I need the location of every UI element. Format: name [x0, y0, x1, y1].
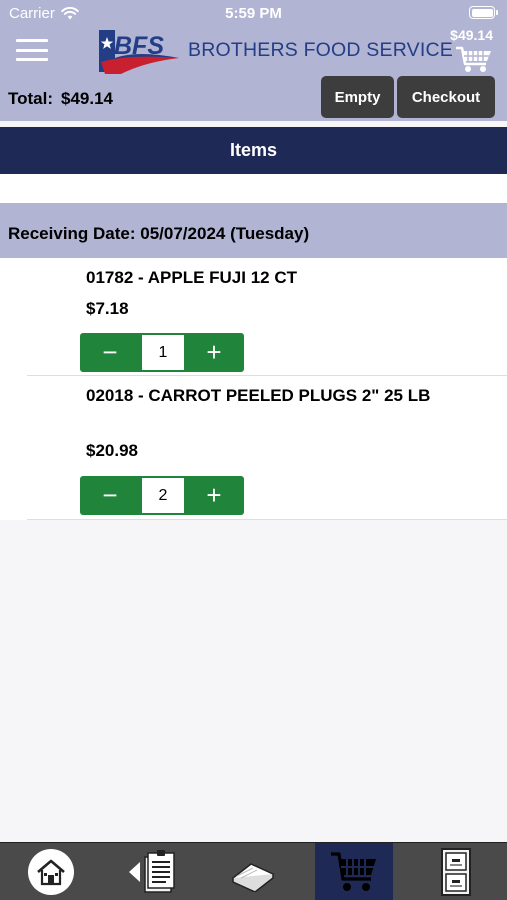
hamburger-menu-icon[interactable] [16, 39, 48, 61]
bfs-logo: BFS [99, 30, 179, 74]
total-value: $49.14 [61, 89, 114, 108]
order-list-icon [128, 850, 175, 893]
tab-order-list[interactable] [101, 843, 202, 900]
order-total: Total: $49.14 [8, 89, 113, 109]
status-time: 5:59 PM [225, 5, 282, 22]
bottom-tab-bar [0, 842, 507, 900]
tab-cart[interactable] [315, 843, 393, 900]
header-cart-total: $49.14 [450, 27, 493, 43]
item-title: 02018 - CARROT PEELED PLUGS 2" 25 LB [86, 386, 431, 405]
receiving-date-header: Receiving Date: 05/07/2024 (Tuesday) [0, 203, 507, 258]
decrease-quantity-button[interactable]: − [80, 333, 140, 372]
tab-file-cabinet[interactable] [405, 843, 507, 900]
item-price: $20.98 [86, 441, 138, 460]
cart-item: 01782 - APPLE FUJI 12 CT $7.18 − 1 + [0, 258, 507, 376]
increase-quantity-button[interactable]: + [184, 476, 244, 515]
decrease-quantity-button[interactable]: − [80, 476, 140, 515]
quantity-stepper: − 2 + [80, 476, 244, 515]
increase-quantity-button[interactable]: + [184, 333, 244, 372]
tab-home[interactable] [0, 843, 101, 900]
quantity-field[interactable]: 1 [142, 335, 184, 370]
item-divider [27, 519, 507, 520]
quantity-field[interactable]: 2 [142, 478, 184, 513]
items-section-title: Items [0, 127, 507, 174]
status-bar: Carrier 5:59 PM [0, 0, 507, 26]
battery-icon [469, 6, 498, 19]
file-cabinet-icon [441, 848, 471, 896]
cart-item-list: 01782 - APPLE FUJI 12 CT $7.18 − 1 + 020… [0, 258, 507, 520]
catalog-book-icon [231, 863, 274, 892]
cart-icon [331, 852, 376, 891]
total-label: Total: [8, 89, 54, 108]
quantity-stepper: − 1 + [80, 333, 244, 372]
checkout-button[interactable]: Checkout [397, 76, 495, 118]
item-price: $7.18 [86, 299, 129, 318]
spacer [0, 174, 507, 203]
empty-cart-button[interactable]: Empty [321, 76, 394, 118]
home-icon [27, 849, 74, 895]
logo-initials: BFS [114, 32, 164, 60]
header-cart-icon[interactable] [454, 44, 494, 74]
brand-name: BROTHERS FOOD SERVICE [188, 39, 453, 61]
app-header: Carrier 5:59 PM BFS BROTHERS FOOD SERVIC… [0, 0, 507, 121]
cart-item: 02018 - CARROT PEELED PLUGS 2" 25 LB $20… [0, 376, 507, 520]
tab-catalog[interactable] [202, 843, 303, 900]
item-title: 01782 - APPLE FUJI 12 CT [86, 268, 298, 287]
